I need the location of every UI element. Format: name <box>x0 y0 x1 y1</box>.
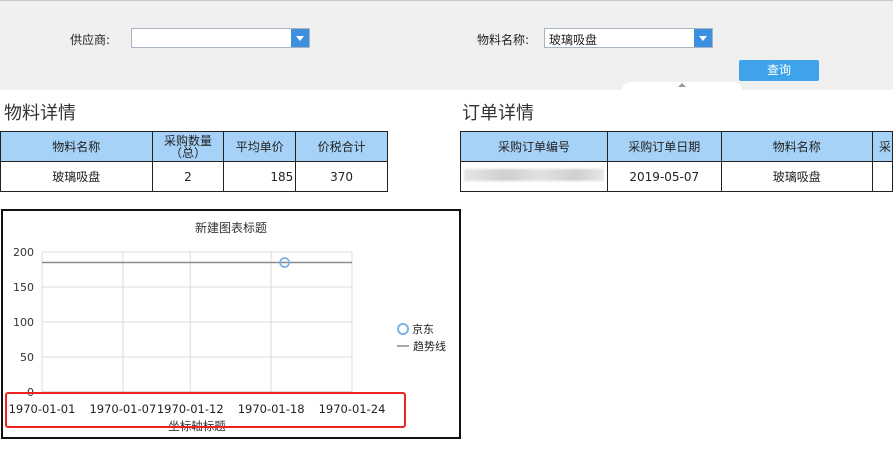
y-tick-label: 50 <box>20 351 34 364</box>
legend-marker-scatter <box>397 323 409 335</box>
line-chart: 新建图表标题0501001502001970-01-01 1970-01-07 19… <box>9 220 446 433</box>
y-tick-label: 150 <box>13 281 34 294</box>
chart-title: 新建图表标题 <box>195 220 267 235</box>
y-tick-label: 100 <box>13 316 34 329</box>
legend-label: 趋势线 <box>413 339 446 353</box>
legend-label: 京东 <box>412 322 434 336</box>
highlight-box <box>5 392 406 428</box>
y-tick-label: 200 <box>13 246 34 259</box>
